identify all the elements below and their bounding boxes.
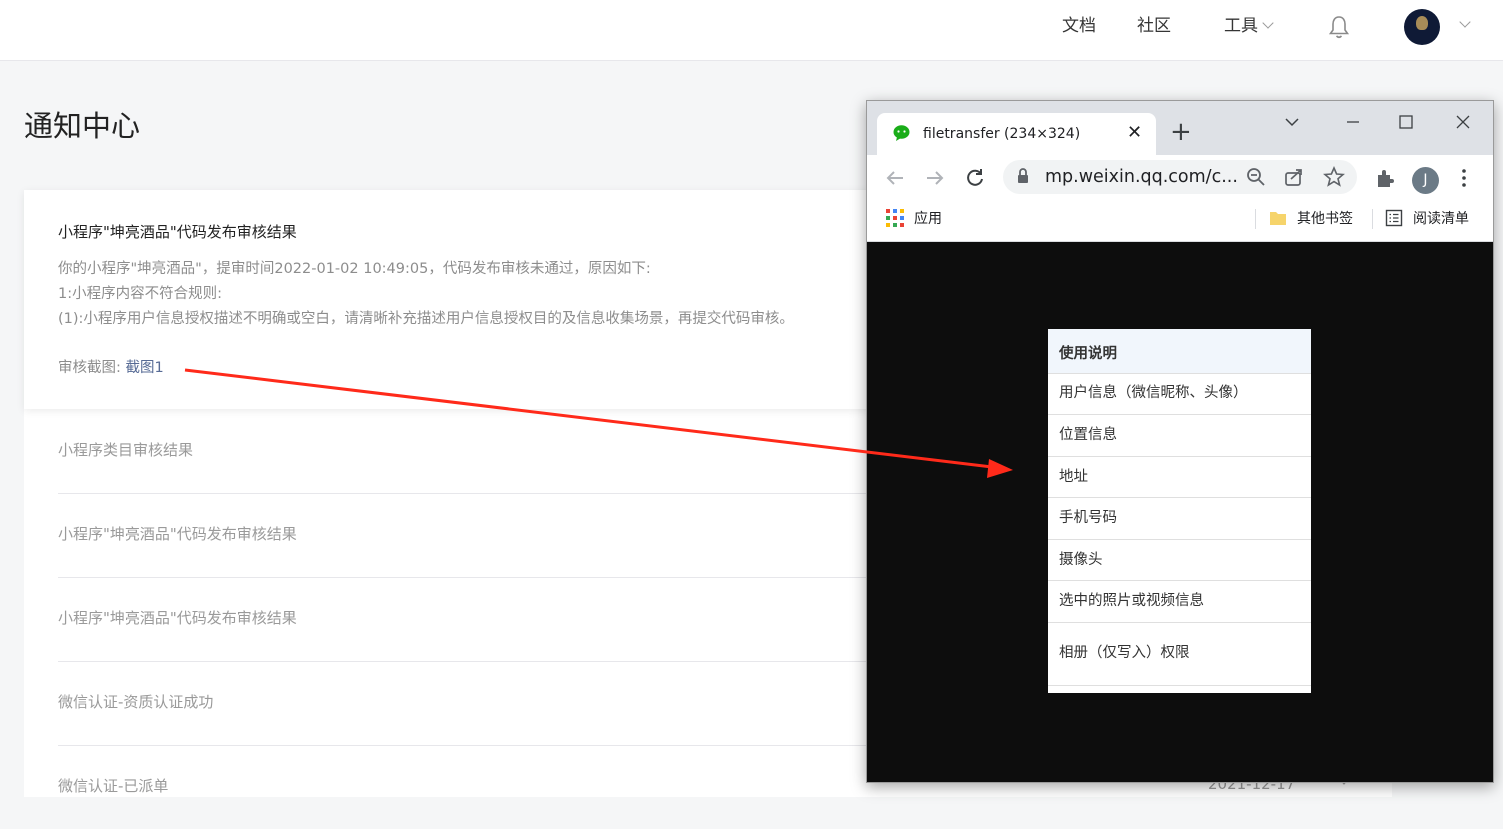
browser-window: filetransfer (234×324) ✕ + mp.weixin.qq.… — [866, 100, 1494, 783]
permission-item[interactable]: 相册（仅写入）权限 — [1048, 623, 1311, 686]
reload-icon[interactable] — [964, 167, 986, 189]
url-text: mp.weixin.qq.com/c... — [1045, 167, 1238, 187]
notice-title: 微信认证-资质认证成功 — [58, 693, 214, 711]
tab-strip: filetransfer (234×324) ✕ + — [867, 101, 1493, 155]
chevron-down-icon — [1262, 17, 1274, 29]
extensions-icon[interactable] — [1374, 167, 1396, 189]
permission-item[interactable]: 选中的照片或视频信息 — [1048, 581, 1311, 623]
nav-community-link[interactable]: 社区 — [1137, 15, 1171, 37]
permission-item-label: 用户信息（微信昵称、头像） — [1059, 385, 1248, 401]
avatar-chevron-down-icon[interactable] — [1459, 16, 1471, 28]
notice-body-line: (1):小程序用户信息授权描述不明确或空白，请清晰补充描述用户信息授权目的及信息… — [58, 311, 794, 327]
browser-toolbar: mp.weixin.qq.com/c... J — [867, 155, 1493, 200]
notice-title: 小程序"坤亮酒品"代码发布审核结果 — [58, 525, 297, 543]
permission-item-label: 地址 — [1059, 469, 1088, 485]
notice-title: 小程序"坤亮酒品"代码发布审核结果 — [58, 223, 297, 241]
permission-item-label: 手机号码 — [1059, 510, 1117, 526]
profile-avatar[interactable]: J — [1412, 167, 1439, 194]
wechat-icon — [893, 125, 910, 141]
nav-docs-link[interactable]: 文档 — [1062, 15, 1096, 37]
bookmark-other[interactable]: 其他书签 — [1297, 210, 1353, 228]
permission-item-label: 位置信息 — [1059, 427, 1117, 443]
new-tab-icon[interactable]: + — [1170, 118, 1192, 146]
notice-body-line: 你的小程序"坤亮酒品"，提审时间2022-01-02 10:49:05，代码发布… — [58, 261, 651, 277]
permission-item-label: 选中的照片或视频信息 — [1059, 593, 1204, 609]
permission-item[interactable]: 摄像头 — [1048, 540, 1311, 581]
permission-item-label: 摄像头 — [1059, 552, 1103, 568]
notice-title: 小程序"坤亮酒品"代码发布审核结果 — [58, 609, 297, 627]
bookmark-divider — [1255, 209, 1256, 229]
reading-list-icon — [1385, 209, 1403, 227]
notice-title: 小程序类目审核结果 — [58, 441, 194, 459]
close-icon[interactable] — [1448, 109, 1478, 135]
screenshot-row: 审核截图: 截图1 — [58, 357, 164, 379]
star-icon[interactable] — [1323, 166, 1345, 188]
permission-list-title: 使用说明 — [1059, 346, 1117, 362]
top-nav-bar: 文档 社区 工具 — [0, 0, 1503, 61]
notice-body-line: 1:小程序内容不符合规则: — [58, 286, 222, 302]
permission-item[interactable]: 位置信息 — [1048, 415, 1311, 457]
tab-close-icon[interactable]: ✕ — [1127, 122, 1142, 144]
bookmark-reading-list[interactable]: 阅读清单 — [1413, 210, 1469, 228]
back-arrow-icon[interactable] — [884, 167, 906, 189]
apps-grid-icon[interactable] — [886, 209, 904, 227]
screenshot-label: 审核截图: — [58, 360, 126, 376]
permission-item-label: 相册（仅写入）权限 — [1059, 645, 1190, 661]
permission-item[interactable]: 地址 — [1048, 457, 1311, 498]
more-vert-icon[interactable] — [1453, 167, 1475, 189]
minimize-icon[interactable] — [1338, 109, 1368, 135]
bell-icon[interactable] — [1328, 14, 1350, 40]
tab-title: filetransfer (234×324) — [923, 126, 1081, 142]
page-title: 通知中心 — [24, 109, 141, 143]
share-icon[interactable] — [1283, 166, 1305, 188]
screenshot-link[interactable]: 截图1 — [126, 360, 164, 376]
bookmark-divider — [1372, 209, 1373, 229]
nav-tools-menu[interactable]: 工具 — [1224, 15, 1274, 37]
permission-list-preview: 使用说明 用户信息（微信昵称、头像） 位置信息 地址 手机号码 摄像头 选中的照… — [1048, 329, 1311, 693]
zoom-out-icon[interactable] — [1245, 166, 1267, 188]
address-bar[interactable]: mp.weixin.qq.com/c... — [1003, 160, 1357, 194]
nav-tools-label: 工具 — [1224, 16, 1258, 36]
permission-item[interactable]: 用户信息（微信昵称、头像） — [1048, 374, 1311, 415]
lock-icon — [1018, 168, 1028, 183]
permission-item[interactable]: 手机号码 — [1048, 498, 1311, 540]
tab-search-chevron-icon[interactable] — [1277, 109, 1307, 135]
permission-list-header: 使用说明 — [1048, 329, 1311, 374]
forward-arrow-icon[interactable] — [924, 167, 946, 189]
avatar[interactable] — [1404, 9, 1440, 45]
notice-title: 微信认证-已派单 — [58, 777, 169, 795]
bookmark-apps[interactable]: 应用 — [914, 210, 942, 228]
bookmarks-bar: 应用 其他书签 阅读清单 — [867, 200, 1493, 242]
folder-icon — [1270, 212, 1286, 225]
browser-tab[interactable]: filetransfer (234×324) ✕ — [877, 113, 1156, 155]
maximize-icon[interactable] — [1391, 109, 1421, 135]
